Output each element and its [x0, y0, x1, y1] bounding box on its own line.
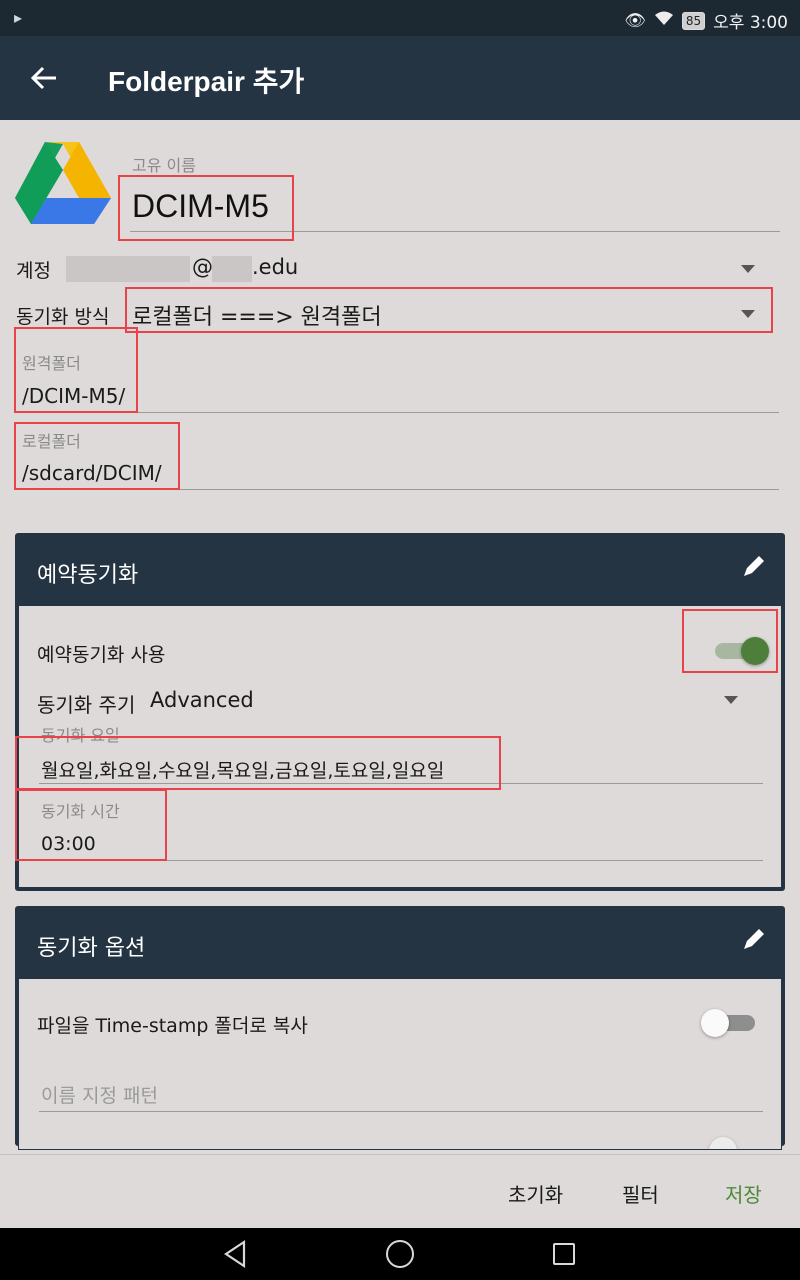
account-label: 계정: [16, 260, 51, 282]
highlight-box: [14, 327, 138, 413]
save-button[interactable]: 저장: [725, 1179, 762, 1208]
status-bar: ▸ 👁 85 오후 3:00: [0, 0, 800, 36]
highlight-box: [118, 175, 294, 241]
sync-options-card: 동기화 옵션 파일을 Time-stamp 폴더로 복사 이름 지정 패턴: [15, 906, 785, 1150]
highlight-box: [682, 609, 778, 673]
status-right: 👁 85 오후 3:00: [624, 8, 788, 34]
battery-icon: 85: [681, 11, 706, 30]
highlight-box: [14, 422, 180, 490]
chevron-down-icon[interactable]: [724, 696, 738, 704]
eye-icon: 👁: [624, 10, 646, 31]
highlight-box: [15, 789, 167, 861]
status-time: 오후 3:00: [713, 13, 788, 33]
navigation-bar: [0, 1228, 800, 1280]
reset-button[interactable]: 초기화: [508, 1179, 563, 1208]
account-domain: .edu: [252, 255, 299, 279]
app-bar: Folderpair 추가: [0, 36, 800, 120]
page-title: Folderpair 추가: [108, 66, 305, 97]
account-at: @: [192, 255, 213, 279]
back-arrow-icon[interactable]: [24, 56, 64, 100]
name-label: 고유 이름: [132, 156, 196, 175]
schedule-card-body: 예약동기화 사용 동기화 주기 Advanced 동기화 요일 월요일,화요일,…: [15, 605, 782, 888]
chevron-down-icon[interactable]: [741, 265, 755, 273]
timestamp-copy-label: 파일을 Time-stamp 폴더로 복사: [37, 1015, 308, 1037]
account-redaction: [212, 256, 252, 282]
naming-pattern-input[interactable]: 이름 지정 패턴: [41, 1081, 158, 1108]
edit-pencil-icon[interactable]: [741, 553, 767, 585]
highlight-box: [15, 736, 501, 790]
sync-cycle-select[interactable]: Advanced: [150, 688, 254, 712]
highlight-box: [125, 287, 773, 333]
nav-back-icon[interactable]: [222, 1239, 248, 1273]
filter-button[interactable]: 필터: [622, 1179, 659, 1208]
options-card-body: 파일을 Time-stamp 폴더로 복사 이름 지정 패턴: [18, 978, 782, 1150]
schedule-card-title: 예약동기화: [37, 563, 139, 588]
sync-cycle-label: 동기화 주기: [37, 693, 136, 717]
toggle-knob[interactable]: [709, 1137, 737, 1149]
divider: [39, 1111, 763, 1112]
schedule-enable-label: 예약동기화 사용: [37, 644, 166, 666]
sync-method-label: 동기화 방식: [16, 306, 110, 328]
action-bar: 초기화 필터 저장: [0, 1154, 800, 1228]
edit-pencil-icon[interactable]: [741, 926, 767, 958]
nav-recents-icon[interactable]: [553, 1243, 575, 1265]
wifi-icon: [654, 10, 674, 31]
notification-icon: ▸: [14, 8, 23, 27]
nav-home-icon[interactable]: [386, 1240, 414, 1268]
options-card-title: 동기화 옵션: [37, 936, 146, 961]
google-drive-icon: [14, 140, 112, 226]
account-redaction: [66, 256, 190, 282]
schedule-sync-card: 예약동기화 예약동기화 사용 동기화 주기 Advanced 동기화 요일 월요…: [15, 533, 785, 891]
toggle-knob[interactable]: [701, 1009, 729, 1037]
